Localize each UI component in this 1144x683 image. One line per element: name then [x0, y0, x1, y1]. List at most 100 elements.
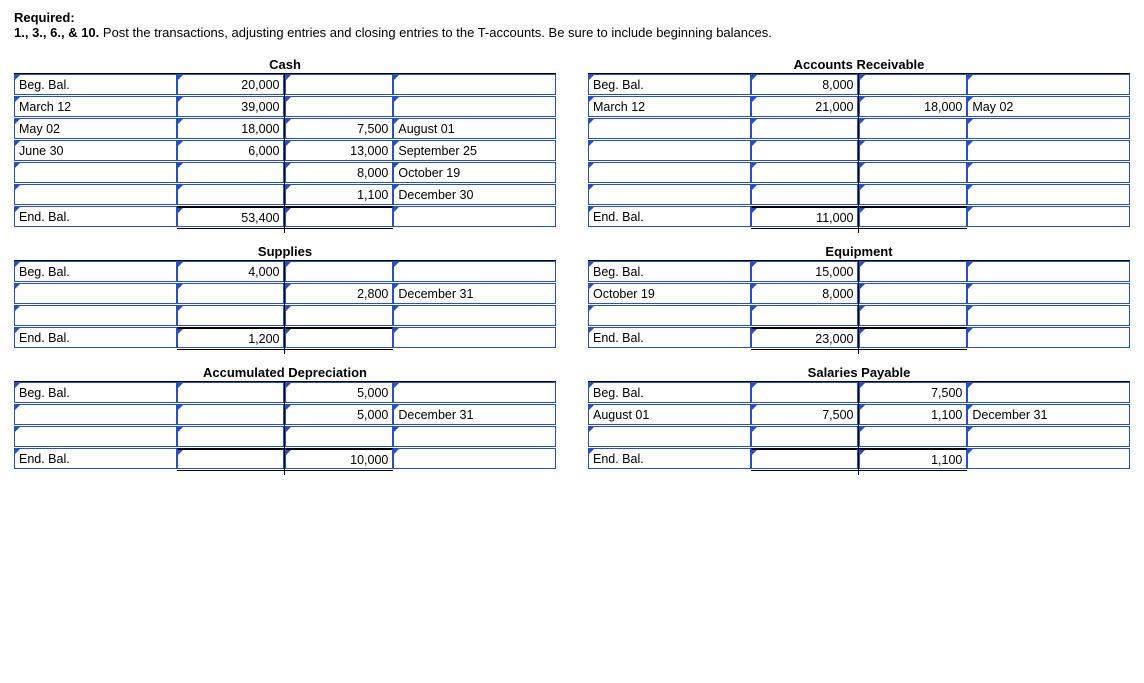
- t-account-amount-cell[interactable]: 5,000: [285, 382, 393, 403]
- t-account-amount-cell[interactable]: [859, 426, 967, 447]
- t-account-amount-cell[interactable]: 1,100: [859, 448, 967, 469]
- t-account-label-cell[interactable]: [967, 305, 1130, 326]
- t-account-label-cell[interactable]: [967, 283, 1130, 304]
- t-account-amount-cell[interactable]: [751, 305, 859, 326]
- t-account-label-cell[interactable]: [393, 96, 556, 117]
- t-account-label-cell[interactable]: August 01: [588, 404, 751, 425]
- t-account-amount-cell[interactable]: 1,100: [859, 404, 967, 425]
- t-account-label-cell[interactable]: Beg. Bal.: [14, 382, 177, 403]
- t-account-label-cell[interactable]: [14, 162, 177, 183]
- t-account-amount-cell[interactable]: [859, 206, 967, 227]
- t-account-label-cell[interactable]: [588, 426, 751, 447]
- t-account-label-cell[interactable]: [588, 305, 751, 326]
- t-account-label-cell[interactable]: End. Bal.: [14, 448, 177, 469]
- t-account-amount-cell[interactable]: 7,500: [859, 382, 967, 403]
- t-account-amount-cell[interactable]: 8,000: [751, 74, 859, 95]
- t-account-label-cell[interactable]: September 25: [393, 140, 556, 161]
- t-account-label-cell[interactable]: Beg. Bal.: [14, 74, 177, 95]
- t-account-label-cell[interactable]: December 31: [393, 283, 556, 304]
- t-account-amount-cell[interactable]: [177, 184, 285, 205]
- t-account-amount-cell[interactable]: 23,000: [751, 327, 859, 348]
- t-account-amount-cell[interactable]: 21,000: [751, 96, 859, 117]
- t-account-label-cell[interactable]: [967, 206, 1130, 227]
- t-account-label-cell[interactable]: [967, 184, 1130, 205]
- t-account-label-cell[interactable]: [967, 140, 1130, 161]
- t-account-label-cell[interactable]: [393, 261, 556, 282]
- t-account-amount-cell[interactable]: [751, 448, 859, 469]
- t-account-amount-cell[interactable]: [859, 162, 967, 183]
- t-account-amount-cell[interactable]: [285, 96, 393, 117]
- t-account-label-cell[interactable]: August 01: [393, 118, 556, 139]
- t-account-amount-cell[interactable]: [859, 305, 967, 326]
- t-account-label-cell[interactable]: End. Bal.: [14, 327, 177, 348]
- t-account-label-cell[interactable]: May 02: [14, 118, 177, 139]
- t-account-label-cell[interactable]: [967, 426, 1130, 447]
- t-account-label-cell[interactable]: [14, 305, 177, 326]
- t-account-label-cell[interactable]: [393, 305, 556, 326]
- t-account-amount-cell[interactable]: [859, 327, 967, 348]
- t-account-label-cell[interactable]: End. Bal.: [14, 206, 177, 227]
- t-account-amount-cell[interactable]: 4,000: [177, 261, 285, 282]
- t-account-label-cell[interactable]: [588, 162, 751, 183]
- t-account-amount-cell[interactable]: [177, 382, 285, 403]
- t-account-amount-cell[interactable]: 7,500: [285, 118, 393, 139]
- t-account-amount-cell[interactable]: [859, 118, 967, 139]
- t-account-amount-cell[interactable]: 39,000: [177, 96, 285, 117]
- t-account-label-cell[interactable]: [393, 382, 556, 403]
- t-account-label-cell[interactable]: December 31: [967, 404, 1130, 425]
- t-account-amount-cell[interactable]: [859, 74, 967, 95]
- t-account-label-cell[interactable]: [14, 283, 177, 304]
- t-account-label-cell[interactable]: [393, 327, 556, 348]
- t-account-amount-cell[interactable]: [751, 140, 859, 161]
- t-account-amount-cell[interactable]: 1,100: [285, 184, 393, 205]
- t-account-amount-cell[interactable]: 6,000: [177, 140, 285, 161]
- t-account-label-cell[interactable]: [393, 426, 556, 447]
- t-account-label-cell[interactable]: Beg. Bal.: [588, 382, 751, 403]
- t-account-label-cell[interactable]: Beg. Bal.: [588, 74, 751, 95]
- t-account-label-cell[interactable]: [14, 426, 177, 447]
- t-account-amount-cell[interactable]: [751, 382, 859, 403]
- t-account-amount-cell[interactable]: [177, 404, 285, 425]
- t-account-amount-cell[interactable]: [751, 162, 859, 183]
- t-account-label-cell[interactable]: May 02: [967, 96, 1130, 117]
- t-account-amount-cell[interactable]: 1,200: [177, 327, 285, 348]
- t-account-amount-cell[interactable]: 7,500: [751, 404, 859, 425]
- t-account-amount-cell[interactable]: 10,000: [285, 448, 393, 469]
- t-account-amount-cell[interactable]: [177, 426, 285, 447]
- t-account-label-cell[interactable]: [588, 140, 751, 161]
- t-account-label-cell[interactable]: [393, 206, 556, 227]
- t-account-amount-cell[interactable]: [751, 184, 859, 205]
- t-account-amount-cell[interactable]: [285, 261, 393, 282]
- t-account-amount-cell[interactable]: 11,000: [751, 206, 859, 227]
- t-account-label-cell[interactable]: October 19: [393, 162, 556, 183]
- t-account-label-cell[interactable]: [967, 327, 1130, 348]
- t-account-amount-cell[interactable]: [285, 74, 393, 95]
- t-account-label-cell[interactable]: [588, 184, 751, 205]
- t-account-label-cell[interactable]: Beg. Bal.: [14, 261, 177, 282]
- t-account-amount-cell[interactable]: 8,000: [285, 162, 393, 183]
- t-account-label-cell[interactable]: December 30: [393, 184, 556, 205]
- t-account-amount-cell[interactable]: [177, 448, 285, 469]
- t-account-label-cell[interactable]: [967, 448, 1130, 469]
- t-account-amount-cell[interactable]: [177, 162, 285, 183]
- t-account-amount-cell[interactable]: 20,000: [177, 74, 285, 95]
- t-account-label-cell[interactable]: End. Bal.: [588, 448, 751, 469]
- t-account-label-cell[interactable]: [14, 404, 177, 425]
- t-account-label-cell[interactable]: [967, 74, 1130, 95]
- t-account-label-cell[interactable]: June 30: [14, 140, 177, 161]
- t-account-label-cell[interactable]: [967, 118, 1130, 139]
- t-account-label-cell[interactable]: [14, 184, 177, 205]
- t-account-label-cell[interactable]: October 19: [588, 283, 751, 304]
- t-account-label-cell[interactable]: End. Bal.: [588, 206, 751, 227]
- t-account-amount-cell[interactable]: [751, 426, 859, 447]
- t-account-label-cell[interactable]: End. Bal.: [588, 327, 751, 348]
- t-account-amount-cell[interactable]: 15,000: [751, 261, 859, 282]
- t-account-amount-cell[interactable]: 13,000: [285, 140, 393, 161]
- t-account-label-cell[interactable]: [967, 382, 1130, 403]
- t-account-amount-cell[interactable]: 18,000: [177, 118, 285, 139]
- t-account-label-cell[interactable]: [967, 261, 1130, 282]
- t-account-amount-cell[interactable]: [751, 118, 859, 139]
- t-account-amount-cell[interactable]: [859, 261, 967, 282]
- t-account-label-cell[interactable]: Beg. Bal.: [588, 261, 751, 282]
- t-account-amount-cell[interactable]: 53,400: [177, 206, 285, 227]
